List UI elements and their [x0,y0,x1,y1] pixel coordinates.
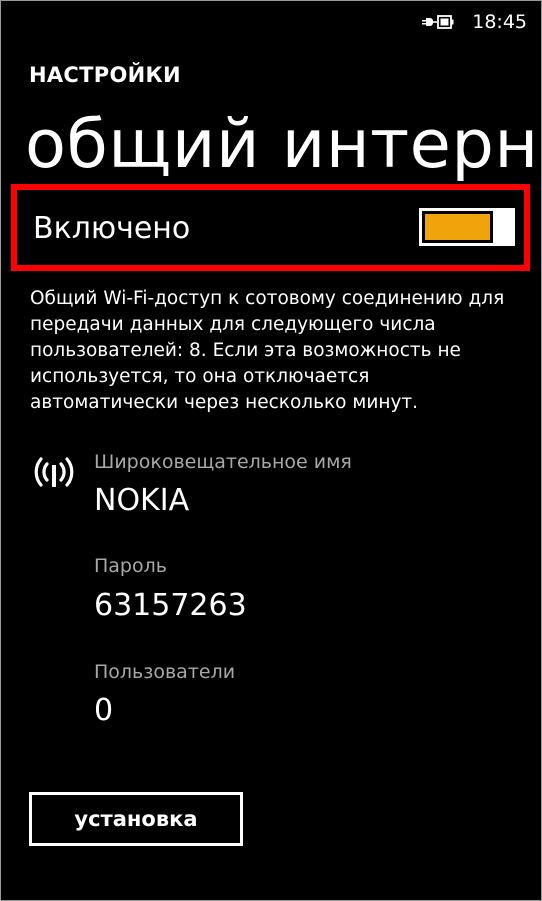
toggle-state-label: Включено [33,211,191,246]
users-label: Пользователи [94,661,236,683]
toggle-fill [425,214,490,240]
app-title: НАСТРОЙКИ [29,63,181,87]
wifi-broadcast-icon [34,457,74,487]
charging-battery-icon [422,15,454,29]
broadcast-name-label: Широковещательное имя [94,451,352,473]
users-value: 0 [94,693,114,728]
password-label: Пароль [94,555,167,577]
setup-button[interactable]: установка [29,792,243,846]
sharing-description: Общий Wi-Fi-доступ к сотовому соединению… [30,288,505,413]
password-value[interactable]: 63157263 [94,586,247,626]
sharing-toggle-row[interactable]: Включено [11,184,530,271]
phone-screen: 18:45 НАСТРОЙКИ общий интерн Включено Об… [0,0,542,901]
status-time: 18:45 [472,11,527,33]
toggle-thumb[interactable] [493,208,515,246]
page-title: общий интерн [25,105,539,183]
status-bar: 18:45 [422,9,527,35]
broadcast-name-value[interactable]: NOKIA [94,481,189,521]
sharing-toggle-switch[interactable] [419,208,515,246]
